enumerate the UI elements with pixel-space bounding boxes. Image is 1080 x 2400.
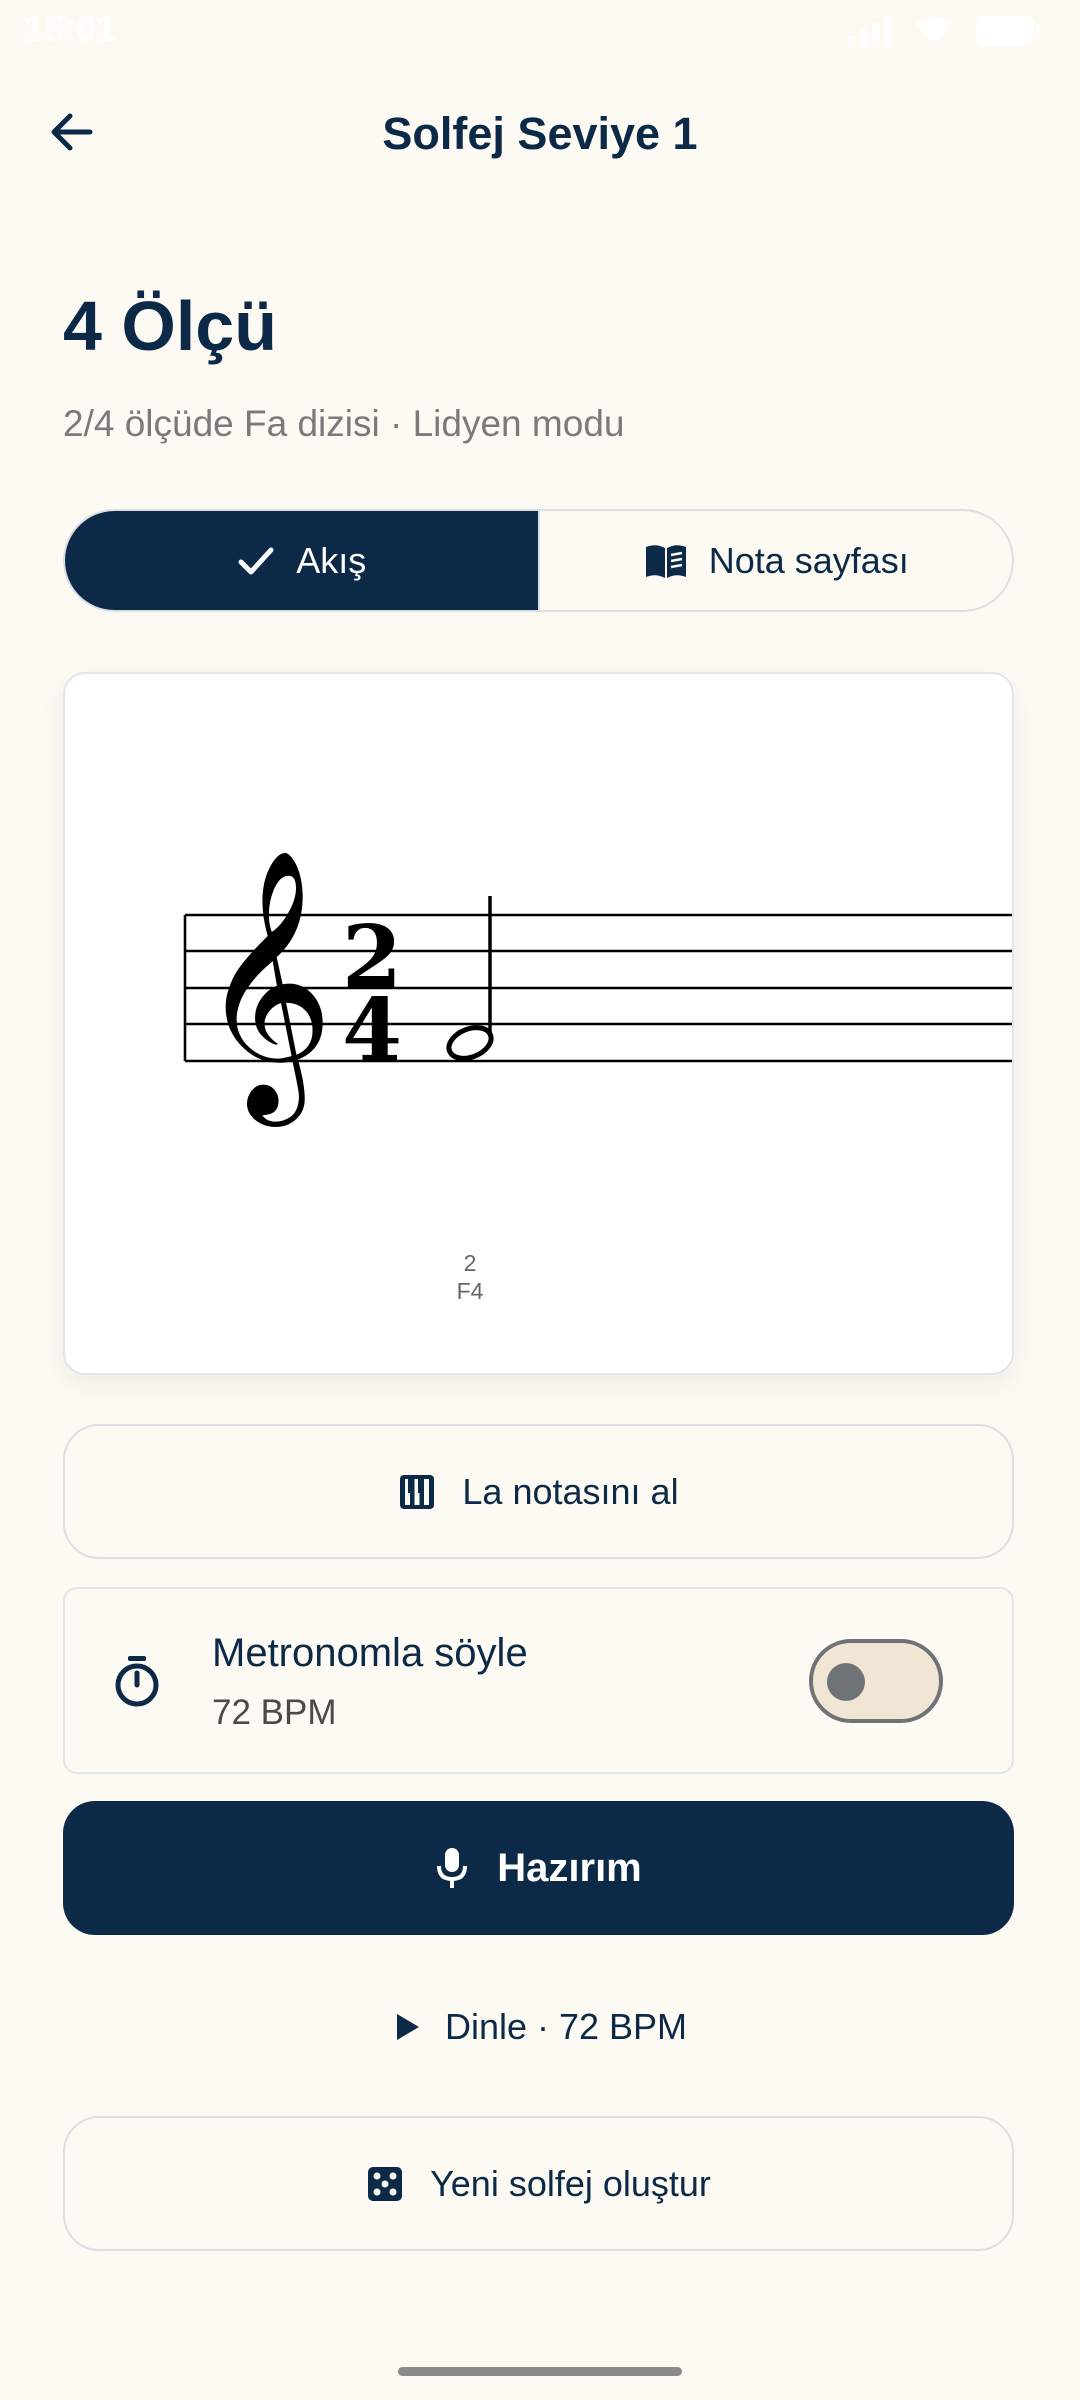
toggle-knob (827, 1663, 865, 1701)
listen-button[interactable]: Dinle · 72 BPM (0, 1992, 1080, 2062)
play-icon (396, 2014, 419, 2040)
wifi-icon (916, 17, 952, 44)
note-beat-label: 2 (463, 1250, 477, 1276)
svg-text:𝄞: 𝄞 (198, 848, 334, 1127)
metronome-toggle[interactable] (809, 1639, 943, 1723)
battery-icon (976, 16, 1040, 46)
ready-button[interactable]: Hazırım (63, 1801, 1014, 1935)
reference-pitch-button[interactable]: La notasını al (63, 1424, 1014, 1559)
app-bar-title: Solfej Seviye 1 (382, 108, 698, 159)
new-solfege-button[interactable]: Yeni solfej oluştur (63, 2116, 1014, 2251)
tab-sheet[interactable]: Nota sayfası (537, 511, 1013, 610)
score-card: 𝄞 2 4 2 F4 (63, 672, 1014, 1375)
metronome-title: Metronomla söyle (212, 1631, 528, 1675)
music-staff: 𝄞 2 4 (183, 848, 1012, 1127)
listen-button-label: Dinle · 72 BPM (444, 2006, 688, 2047)
view-toggle: Akış Nota sayfası (63, 509, 1014, 612)
ready-button-label: Hazırım (497, 1845, 642, 1890)
metronome-card: Metronomla söyle 72 BPM (63, 1587, 1014, 1774)
time-sig-bottom: 4 (342, 980, 402, 1081)
new-solfege-label: Yeni solfej oluştur (430, 2162, 711, 2204)
note-f4-half (446, 896, 494, 1061)
timer-icon (115, 1656, 159, 1707)
page-subtitle: 2/4 ölçüde Fa dizisi · Lidyen modu (63, 403, 625, 444)
dice-icon (368, 2166, 403, 2201)
status-icons (848, 14, 1040, 48)
microphone-icon (437, 1848, 468, 1888)
note-pitch-label: F4 (456, 1278, 484, 1304)
tab-sheet-label: Nota sayfası (708, 539, 909, 581)
status-time: 15:01 (24, 8, 117, 49)
treble-clef-icon: 𝄞 (198, 848, 334, 1127)
book-open-icon (645, 544, 686, 578)
piano-icon (400, 1474, 435, 1509)
home-indicator[interactable] (398, 2367, 682, 2376)
page-title: 4 Ölçü (63, 287, 277, 365)
tab-flow[interactable]: Akış (65, 511, 538, 610)
tab-flow-label: Akış (296, 539, 367, 581)
check-icon (238, 547, 274, 574)
signal-icon (848, 16, 891, 46)
reference-pitch-label: La notasını al (462, 1470, 679, 1512)
metronome-bpm: 72 BPM (212, 1693, 337, 1732)
